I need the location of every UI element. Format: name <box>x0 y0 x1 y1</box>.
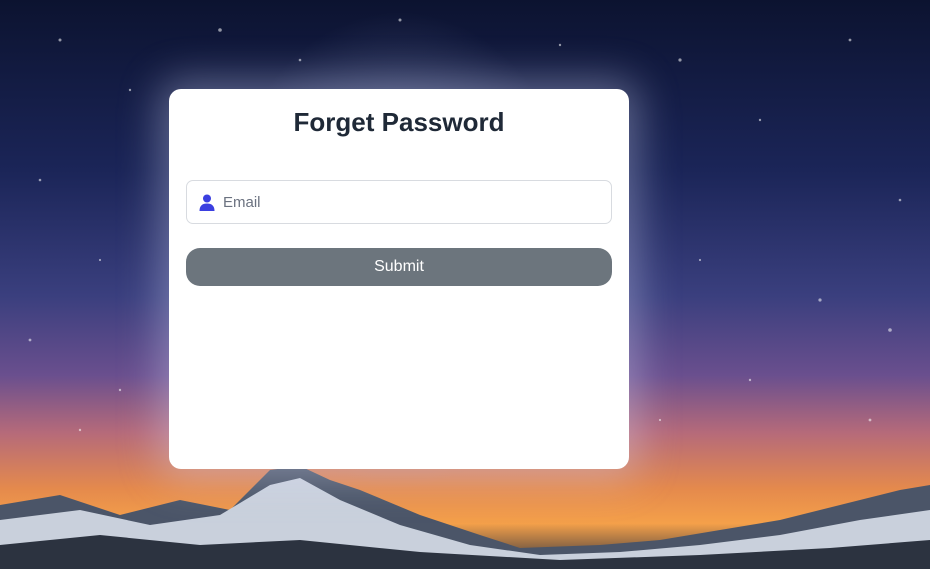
forget-password-card: Forget Password Submit <box>169 89 629 469</box>
email-input[interactable] <box>223 181 611 223</box>
user-icon <box>187 194 223 211</box>
email-field[interactable] <box>186 180 612 224</box>
page-title: Forget Password <box>293 107 505 137</box>
submit-button[interactable]: Submit <box>186 248 612 286</box>
